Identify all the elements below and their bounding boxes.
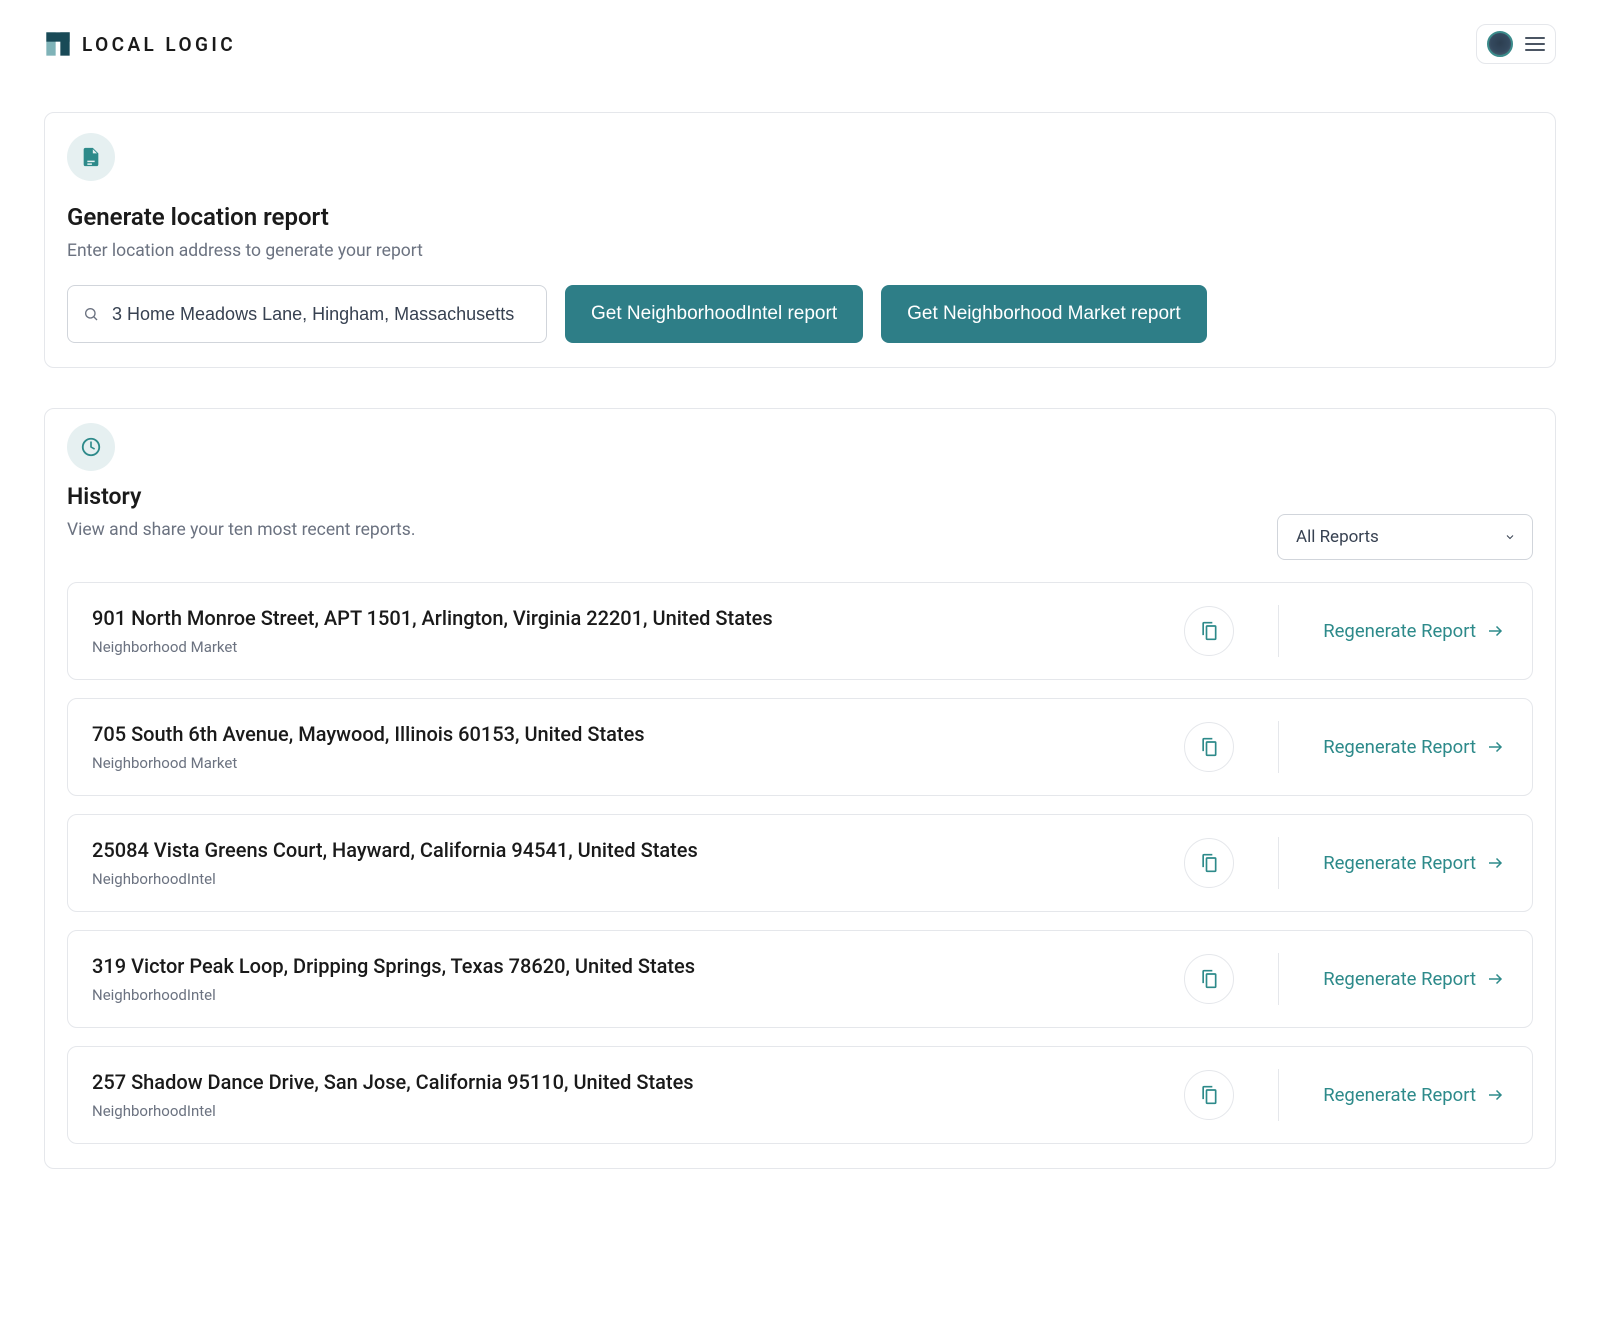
copy-icon [1199, 737, 1219, 757]
copy-report-button[interactable] [1184, 606, 1234, 656]
history-item-info: 257 Shadow Dance Drive, San Jose, Califo… [92, 1070, 1164, 1120]
history-item-info: 901 North Monroe Street, APT 1501, Arlin… [92, 606, 1164, 656]
divider [1278, 953, 1279, 1005]
arrow-right-icon [1486, 1086, 1504, 1104]
history-item-address: 257 Shadow Dance Drive, San Jose, Califo… [92, 1070, 1164, 1094]
history-item-type: Neighborhood Market [92, 638, 1164, 656]
regenerate-report-link[interactable]: Regenerate Report [1299, 852, 1508, 874]
copy-report-button[interactable] [1184, 722, 1234, 772]
history-item-type: Neighborhood Market [92, 754, 1164, 772]
divider [1278, 837, 1279, 889]
regenerate-report-link[interactable]: Regenerate Report [1299, 1084, 1508, 1106]
regenerate-report-label: Regenerate Report [1323, 852, 1476, 874]
copy-report-button[interactable] [1184, 1070, 1234, 1120]
arrow-right-icon [1486, 854, 1504, 872]
logo-icon [44, 30, 72, 58]
regenerate-report-link[interactable]: Regenerate Report [1299, 620, 1508, 642]
history-item-address: 901 North Monroe Street, APT 1501, Arlin… [92, 606, 1164, 630]
regenerate-report-label: Regenerate Report [1323, 968, 1476, 990]
location-input[interactable] [67, 285, 547, 343]
history-item-address: 705 South 6th Avenue, Maywood, Illinois … [92, 722, 1164, 746]
avatar [1487, 31, 1513, 57]
history-item: 319 Victor Peak Loop, Dripping Springs, … [67, 930, 1533, 1028]
history-item-type: NeighborhoodIntel [92, 1102, 1164, 1120]
history-item-address: 25084 Vista Greens Court, Hayward, Calif… [92, 838, 1164, 862]
regenerate-report-label: Regenerate Report [1323, 1084, 1476, 1106]
history-item-address: 319 Victor Peak Loop, Dripping Springs, … [92, 954, 1164, 978]
logo-text: LOCAL LOGIC [82, 33, 236, 56]
copy-icon [1199, 969, 1219, 989]
search-icon [83, 306, 99, 322]
arrow-right-icon [1486, 622, 1504, 640]
history-item: 901 North Monroe Street, APT 1501, Arlin… [67, 582, 1533, 680]
history-item-info: 705 South 6th Avenue, Maywood, Illinois … [92, 722, 1164, 772]
top-bar: LOCAL LOGIC [44, 24, 1556, 64]
regenerate-report-link[interactable]: Regenerate Report [1299, 736, 1508, 758]
clock-icon [67, 423, 115, 471]
get-neighborhood-market-button[interactable]: Get Neighborhood Market report [881, 285, 1207, 343]
divider [1278, 721, 1279, 773]
history-item-info: 25084 Vista Greens Court, Hayward, Calif… [92, 838, 1164, 888]
generate-controls: Get NeighborhoodIntel report Get Neighbo… [67, 285, 1533, 343]
history-subtitle: View and share your ten most recent repo… [67, 520, 415, 540]
generate-card: Generate location report Enter location … [44, 112, 1556, 368]
history-filter-select[interactable]: All Reports [1277, 514, 1533, 560]
history-list: 901 North Monroe Street, APT 1501, Arlin… [67, 582, 1533, 1144]
arrow-right-icon [1486, 970, 1504, 988]
divider [1278, 1069, 1279, 1121]
arrow-right-icon [1486, 738, 1504, 756]
account-menu[interactable] [1476, 24, 1556, 64]
search-wrap [67, 285, 547, 343]
generate-title: Generate location report [67, 203, 1533, 231]
regenerate-report-label: Regenerate Report [1323, 736, 1476, 758]
regenerate-report-link[interactable]: Regenerate Report [1299, 968, 1508, 990]
history-item-type: NeighborhoodIntel [92, 986, 1164, 1004]
generate-subtitle: Enter location address to generate your … [67, 241, 1533, 261]
hamburger-icon [1525, 37, 1545, 51]
history-item-type: NeighborhoodIntel [92, 870, 1164, 888]
history-item-info: 319 Victor Peak Loop, Dripping Springs, … [92, 954, 1164, 1004]
brand-logo[interactable]: LOCAL LOGIC [44, 30, 236, 58]
document-icon [67, 133, 115, 181]
copy-icon [1199, 853, 1219, 873]
copy-icon [1199, 621, 1219, 641]
history-header: History View and share your ten most rec… [67, 423, 1533, 564]
get-neighborhoodintel-button[interactable]: Get NeighborhoodIntel report [565, 285, 863, 343]
history-item: 705 South 6th Avenue, Maywood, Illinois … [67, 698, 1533, 796]
regenerate-report-label: Regenerate Report [1323, 620, 1476, 642]
history-filter-value: All Reports [1296, 527, 1379, 547]
divider [1278, 605, 1279, 657]
history-item: 25084 Vista Greens Court, Hayward, Calif… [67, 814, 1533, 912]
copy-icon [1199, 1085, 1219, 1105]
copy-report-button[interactable] [1184, 954, 1234, 1004]
history-item: 257 Shadow Dance Drive, San Jose, Califo… [67, 1046, 1533, 1144]
chevron-down-icon [1504, 531, 1516, 543]
history-title: History [67, 483, 415, 510]
history-card: History View and share your ten most rec… [44, 408, 1556, 1169]
copy-report-button[interactable] [1184, 838, 1234, 888]
